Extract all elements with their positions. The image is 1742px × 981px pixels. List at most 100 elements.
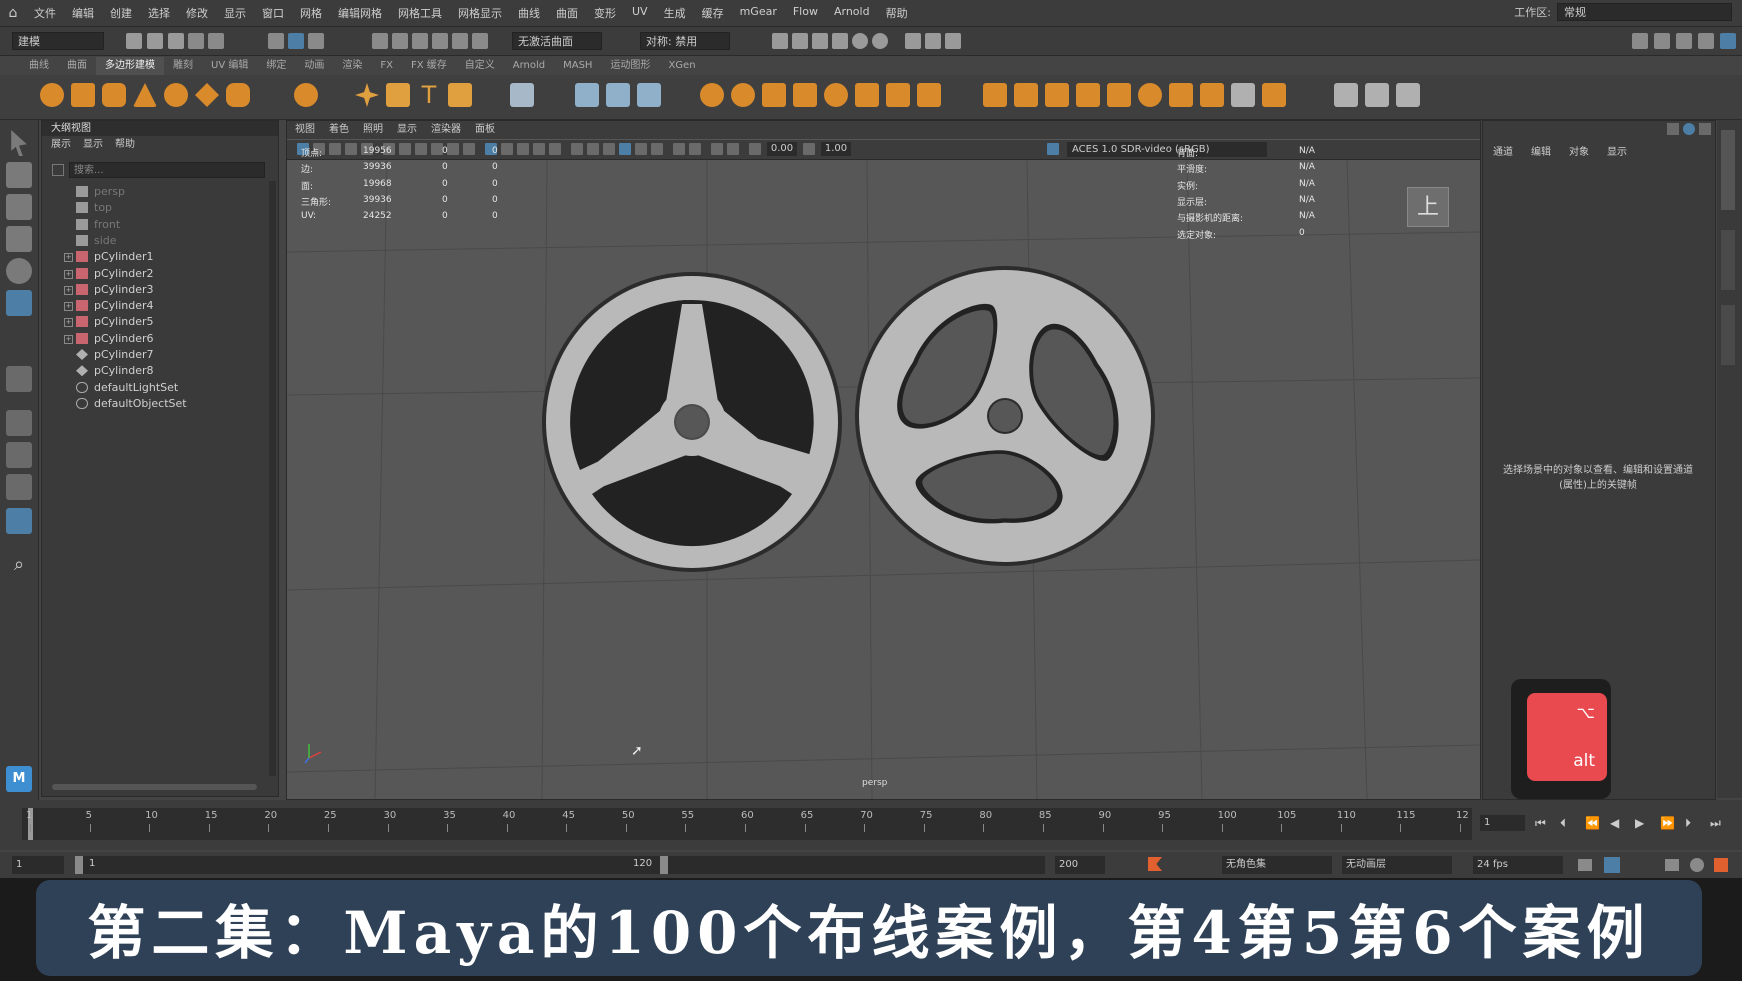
- channel-box-menu-item[interactable]: 编辑: [1531, 143, 1551, 158]
- super-shape-icon[interactable]: [355, 83, 379, 107]
- render-sequence-icon[interactable]: [792, 33, 808, 49]
- two-view-icon[interactable]: [6, 474, 32, 500]
- menu-item[interactable]: 文件: [26, 5, 64, 21]
- render-view-icon[interactable]: [872, 33, 888, 49]
- cleanup-icon[interactable]: [637, 83, 661, 107]
- animation-start-field[interactable]: 1: [12, 856, 64, 874]
- poly-cone-icon[interactable]: [133, 83, 157, 107]
- menu-item[interactable]: 显示: [216, 5, 254, 21]
- arnold-render-icon[interactable]: [905, 33, 921, 49]
- shelf-tab[interactable]: Arnold: [504, 57, 554, 75]
- outliner-object-row[interactable]: + pCylinder4: [42, 297, 262, 315]
- outliner-object-row[interactable]: + pCylinder2: [42, 265, 262, 283]
- outliner-set-row[interactable]: defaultLightSet: [42, 379, 262, 397]
- shelf-tab[interactable]: 动画: [295, 57, 333, 75]
- play-backward-icon[interactable]: ◀: [1610, 816, 1619, 830]
- expand-icon[interactable]: +: [64, 302, 73, 312]
- step-forward-frame-icon[interactable]: ⏵: [1685, 816, 1691, 831]
- expand-icon[interactable]: +: [64, 318, 73, 328]
- hud-toggle-icon[interactable]: [727, 143, 739, 155]
- search-icon[interactable]: ⌕: [6, 552, 32, 578]
- attribute-editor-icon[interactable]: [1676, 33, 1692, 49]
- sweep-mesh-icon[interactable]: [386, 83, 410, 107]
- expand-icon[interactable]: +: [64, 253, 73, 263]
- outliner-object-row[interactable]: + pCylinder1: [42, 248, 262, 266]
- menu-item[interactable]: 生成: [656, 5, 694, 21]
- bridge-icon[interactable]: [855, 83, 879, 107]
- anim-layer-dropdown[interactable]: 无动画层: [1342, 856, 1452, 874]
- move-tool-icon[interactable]: [6, 226, 32, 252]
- four-view-icon[interactable]: [6, 442, 32, 468]
- menu-item[interactable]: 网格工具: [390, 5, 450, 21]
- menu-item[interactable]: UV: [624, 5, 656, 21]
- menu-item[interactable]: 曲面: [548, 5, 586, 21]
- go-to-end-icon[interactable]: ⏭: [1710, 816, 1721, 831]
- shelf-tab[interactable]: 曲面: [58, 57, 96, 75]
- outliner-menu-item[interactable]: 帮助: [115, 137, 135, 153]
- menu-item[interactable]: 曲线: [510, 5, 548, 21]
- snap-curve-icon[interactable]: [392, 33, 408, 49]
- collapse-icon[interactable]: [1169, 83, 1193, 107]
- wedge-icon[interactable]: [1107, 83, 1131, 107]
- xray-joints-icon[interactable]: [689, 143, 701, 155]
- depth-of-field-icon[interactable]: [651, 143, 663, 155]
- shelf-tab[interactable]: 曲线: [20, 57, 58, 75]
- arnold-ipr-icon[interactable]: [925, 33, 941, 49]
- snap-surface-icon[interactable]: [452, 33, 468, 49]
- menu-item[interactable]: mGear: [732, 5, 785, 21]
- poly-plane-icon[interactable]: [195, 83, 219, 107]
- svg-icon[interactable]: [448, 83, 472, 107]
- outliner-search-input[interactable]: 搜索...: [69, 162, 265, 178]
- shelf-tab[interactable]: UV 编辑: [202, 57, 257, 75]
- snap-view-icon[interactable]: [432, 33, 448, 49]
- outliner-camera-row[interactable]: persp: [42, 183, 262, 201]
- ambient-occlusion-icon[interactable]: [587, 143, 599, 155]
- viewport-menu-item[interactable]: 照明: [363, 121, 383, 139]
- menu-item[interactable]: 网格显示: [450, 5, 510, 21]
- menu-item[interactable]: 帮助: [878, 5, 916, 21]
- extract-icon[interactable]: [793, 83, 817, 107]
- menu-item[interactable]: 窗口: [254, 5, 292, 21]
- open-scene-icon[interactable]: [147, 33, 163, 49]
- screen-space-ao-icon[interactable]: [711, 143, 723, 155]
- save-scene-icon[interactable]: [168, 33, 184, 49]
- step-back-frame-icon[interactable]: ⏴: [1560, 816, 1566, 831]
- outliner-object-row[interactable]: pCylinder7: [42, 346, 262, 364]
- shadows-icon[interactable]: [571, 143, 583, 155]
- range-bar[interactable]: 1 120: [75, 856, 1045, 874]
- target-weld-icon[interactable]: [1045, 83, 1069, 107]
- exposure-icon[interactable]: [749, 143, 761, 155]
- symmetry-plane-icon[interactable]: [1365, 83, 1389, 107]
- shelf-tab[interactable]: XGen: [659, 57, 704, 75]
- outliner-object-row[interactable]: + pCylinder5: [42, 313, 262, 331]
- channel-box-icon[interactable]: [1720, 33, 1736, 49]
- render-settings-icon[interactable]: [832, 33, 848, 49]
- extract-face-icon[interactable]: [1200, 83, 1224, 107]
- tool-settings-icon[interactable]: [1698, 33, 1714, 49]
- lights-icon[interactable]: [549, 143, 561, 155]
- range-start-handle[interactable]: [75, 856, 83, 874]
- fill-hole-icon[interactable]: [983, 83, 1007, 107]
- outliner-scrollbar[interactable]: [269, 181, 276, 776]
- gamma-icon[interactable]: [803, 143, 815, 155]
- viewport-panel[interactable]: 视图 着色 照明 显示 渲染器 面板 0.00 1.00 ACES 1.0 SDR-vid: [286, 120, 1481, 800]
- paint-select-icon[interactable]: [6, 194, 32, 220]
- auto-key-icon[interactable]: [1148, 857, 1162, 871]
- channel-box-menu-item[interactable]: 显示: [1607, 143, 1627, 158]
- select-hierarchy-icon[interactable]: [268, 33, 284, 49]
- shelf-tab[interactable]: 绑定: [257, 57, 295, 75]
- viewport-menu-item[interactable]: 显示: [397, 121, 417, 139]
- menu-item[interactable]: 网格: [292, 5, 330, 21]
- loop-icon[interactable]: [1578, 859, 1592, 871]
- multi-cut-icon[interactable]: [1014, 83, 1038, 107]
- isolate-select-icon[interactable]: [673, 143, 685, 155]
- menu-item[interactable]: 修改: [178, 5, 216, 21]
- go-to-start-icon[interactable]: ⏮: [1535, 816, 1546, 831]
- expand-icon[interactable]: [1699, 123, 1711, 135]
- channel-box-menu-item[interactable]: 通道: [1493, 143, 1513, 158]
- step-back-key-icon[interactable]: ⏪: [1585, 816, 1600, 830]
- mode-dropdown[interactable]: 建模: [12, 32, 104, 50]
- outliner-camera-row[interactable]: front: [42, 216, 262, 234]
- shelf-tab[interactable]: 运动图形: [601, 57, 659, 75]
- cache-playback-icon[interactable]: [1604, 857, 1620, 873]
